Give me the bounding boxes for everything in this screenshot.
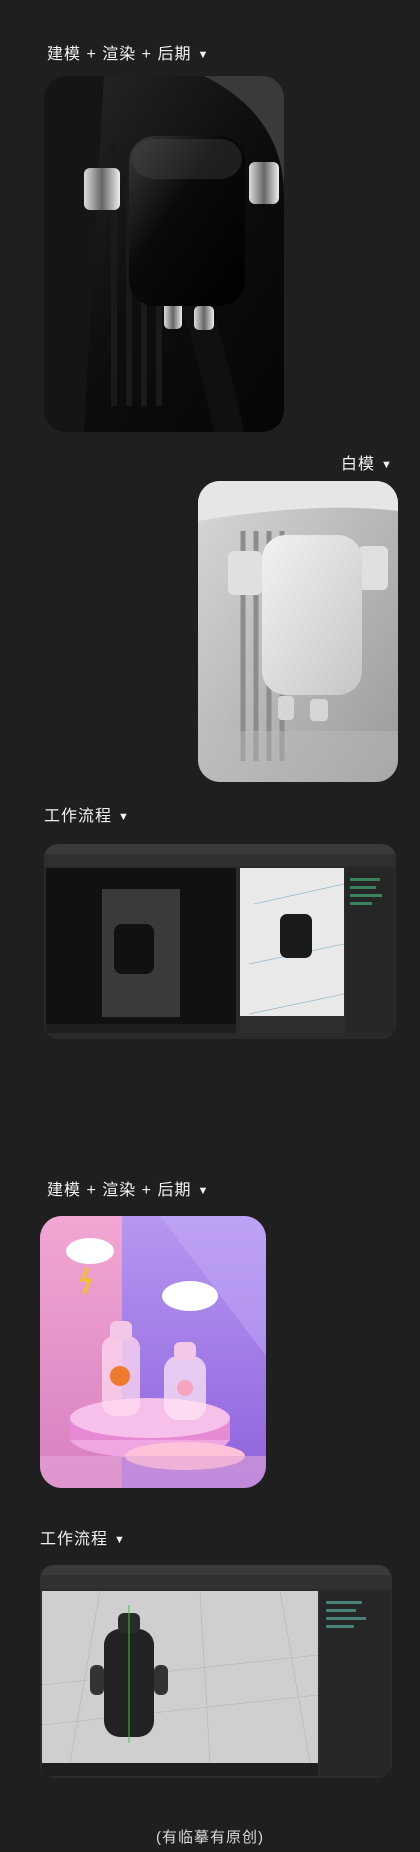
footer-note: (有临摹有原创) [156, 1829, 264, 1846]
section-title-text: 工作流程 [44, 808, 113, 825]
workflow-software-screenshot-1 [44, 844, 396, 1039]
triangle-down-icon: ▼ [197, 49, 210, 61]
workflow-software-screenshot-2 [40, 1565, 392, 1778]
section-title-workflow-2: 工作流程 ▼ [40, 1525, 126, 1549]
phone-holder-render-image [44, 76, 284, 432]
triangle-down-icon: ▼ [118, 811, 130, 823]
section-title-text: 建模 + 渲染 + 后期 [47, 46, 192, 63]
white-model-render-image [198, 481, 398, 782]
triangle-down-icon: ▼ [114, 1534, 126, 1546]
section-title-text: 工作流程 [40, 1531, 109, 1548]
section-title-render-1: 建模 + 渲染 + 后期 ▼ [47, 40, 209, 64]
section-title-white-model: 白模 ▼ [341, 450, 393, 474]
section-title-text: 白模 [341, 456, 376, 473]
section-title-text: 建模 + 渲染 + 后期 [47, 1182, 192, 1199]
section-title-workflow-1: 工作流程 ▼ [44, 802, 130, 826]
triangle-down-icon: ▼ [197, 1185, 210, 1197]
section-title-render-2: 建模 + 渲染 + 后期 ▼ [47, 1176, 209, 1200]
baby-bottle-render-image [40, 1216, 266, 1488]
triangle-down-icon: ▼ [381, 459, 393, 471]
